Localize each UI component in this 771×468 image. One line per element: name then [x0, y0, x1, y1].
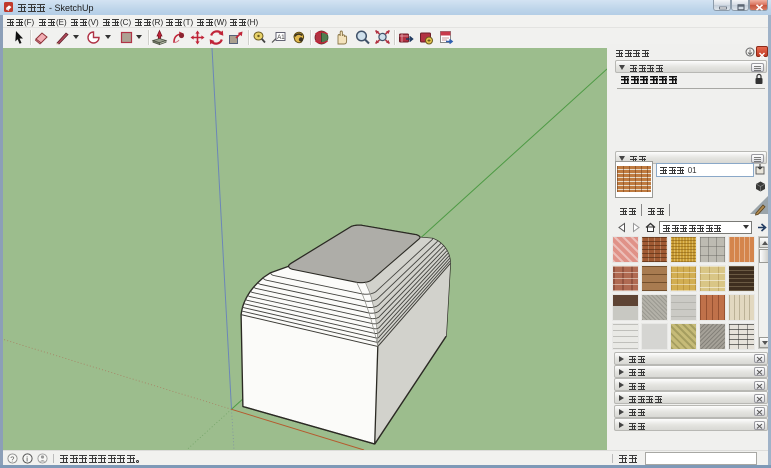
svg-text:?: ? — [10, 454, 14, 463]
svg-text:A1: A1 — [277, 35, 285, 41]
